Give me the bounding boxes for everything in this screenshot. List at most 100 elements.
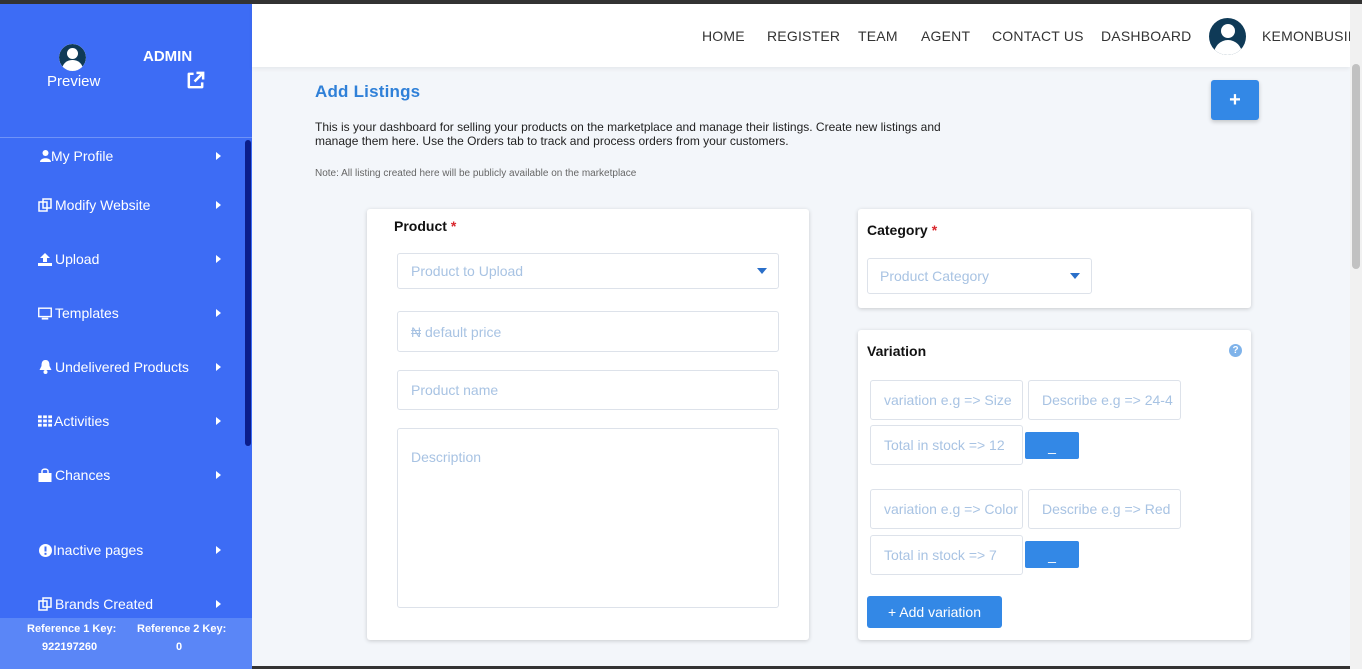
category-label: Category * — [867, 222, 937, 238]
chevron-right-icon — [216, 546, 221, 554]
username[interactable]: KEMONBUSIN — [1262, 28, 1358, 44]
product-name-placeholder: Product name — [411, 382, 499, 398]
chevron-right-icon — [216, 309, 221, 317]
required-marker: * — [450, 218, 457, 234]
sidebar: Preview ADMIN My Profile Modify Website … — [0, 4, 252, 669]
nav-link-register[interactable]: REGISTER — [767, 28, 840, 44]
product-select[interactable]: Product to Upload — [397, 253, 779, 289]
sidebar-item-label: Chances — [55, 467, 111, 483]
product-label-text: Product — [394, 218, 447, 234]
chevron-right-icon — [216, 152, 221, 160]
page-intro: This is your dashboard for selling your … — [315, 120, 941, 148]
reference-2-key-value: 0 — [176, 641, 183, 653]
sidebar-item-my-profile[interactable]: My Profile — [0, 141, 244, 171]
sidebar-item-label: Templates — [55, 305, 119, 321]
variation-stock-placeholder: Total in stock => 7 — [884, 547, 997, 563]
upload-icon — [38, 252, 52, 266]
description-placeholder: Description — [411, 449, 482, 465]
product-select-placeholder: Product to Upload — [411, 263, 524, 279]
chevron-down-icon — [757, 268, 767, 274]
page-title: Add Listings — [315, 82, 421, 101]
nav-link-team[interactable]: TEAM — [858, 28, 898, 44]
external-link-icon[interactable] — [185, 70, 206, 91]
sidebar-item-label: Modify Website — [55, 197, 151, 213]
sidebar-item-label: Upload — [55, 251, 100, 267]
variation-name-input[interactable]: variation e.g => Size — [870, 380, 1023, 420]
chevron-right-icon — [216, 255, 221, 263]
price-input[interactable]: ₦ default price — [397, 311, 779, 352]
sidebar-scrollbar[interactable] — [244, 138, 252, 620]
product-label: Product * — [394, 218, 456, 234]
page-scrollbar[interactable] — [1350, 4, 1362, 669]
admin-label: ADMIN — [143, 48, 193, 65]
copy-icon — [38, 597, 52, 611]
variation-describe-input[interactable]: Describe e.g => Red — [1028, 489, 1181, 529]
top-navbar: HOME REGISTER TEAM AGENT CONTACT US DASH… — [252, 4, 1358, 67]
variation-name-placeholder: variation e.g => Color — [884, 501, 1018, 517]
required-marker: * — [931, 222, 938, 238]
variation-describe-placeholder: Describe e.g => 24-4 — [1042, 392, 1173, 408]
user-avatar[interactable] — [1209, 18, 1246, 55]
price-input-placeholder: ₦ default price — [411, 323, 502, 340]
variation-stock-input[interactable]: Total in stock => 7 — [870, 535, 1023, 575]
chevron-right-icon — [216, 600, 221, 608]
sidebar-item-label: Undelivered Products — [55, 359, 189, 375]
avatar[interactable] — [59, 44, 86, 71]
sidebar-scroll-thumb[interactable] — [245, 140, 251, 446]
chevron-down-icon — [1070, 273, 1080, 279]
product-name-input[interactable]: Product name — [397, 370, 779, 410]
sidebar-item-undelivered-products[interactable]: Undelivered Products — [0, 352, 244, 382]
chevron-right-icon — [216, 417, 221, 425]
variation-stock-placeholder: Total in stock => 12 — [884, 437, 1005, 453]
copy-icon — [38, 198, 52, 212]
reference-1-key-value: 922197260 — [42, 641, 98, 653]
page-scroll-thumb[interactable] — [1352, 64, 1360, 269]
variation-describe-placeholder: Describe e.g => Red — [1042, 501, 1171, 517]
chevron-right-icon — [216, 471, 221, 479]
nav-link-home[interactable]: HOME — [702, 28, 745, 44]
category-label-text: Category — [867, 222, 928, 238]
exclamation-icon — [38, 543, 52, 557]
variation-card — [858, 330, 1251, 640]
user-icon — [38, 149, 52, 163]
chevron-right-icon — [216, 363, 221, 371]
bag-icon — [38, 468, 52, 482]
category-select[interactable]: Product Category — [867, 258, 1092, 294]
sidebar-item-activities[interactable]: Activities — [0, 406, 244, 436]
description-textarea[interactable]: Description — [397, 428, 779, 608]
sidebar-item-templates[interactable]: Templates — [0, 298, 244, 328]
sidebar-item-modify-website[interactable]: Modify Website — [0, 190, 244, 220]
reference-1-key-label: Reference 1 Key: — [27, 623, 117, 635]
remove-variation-button[interactable]: _ — [1025, 432, 1079, 459]
sidebar-item-chances[interactable]: Chances — [0, 460, 244, 490]
nav-link-agent[interactable]: AGENT — [921, 28, 970, 44]
remove-variation-button[interactable]: _ — [1025, 541, 1079, 568]
sidebar-item-label: Activities — [54, 413, 110, 429]
reference-2-key-label: Reference 2 Key: — [137, 623, 227, 635]
variation-label: Variation — [867, 343, 927, 359]
category-select-placeholder: Product Category — [880, 268, 989, 284]
bell-icon — [38, 360, 52, 374]
variation-stock-input[interactable]: Total in stock => 12 — [870, 425, 1023, 465]
chevron-right-icon — [216, 201, 221, 209]
variation-name-placeholder: variation e.g => Size — [884, 392, 1012, 408]
add-variation-button[interactable]: + Add variation — [867, 596, 1002, 628]
sidebar-header: Preview ADMIN — [0, 4, 252, 138]
preview-link[interactable]: Preview — [47, 73, 100, 90]
nav-link-dashboard[interactable]: DASHBOARD — [1101, 28, 1191, 44]
sidebar-item-label: Brands Created — [55, 596, 154, 612]
sidebar-item-upload[interactable]: Upload — [0, 244, 244, 274]
page-note: Note: All listing created here will be p… — [315, 168, 637, 179]
desktop-icon — [38, 306, 52, 320]
variation-describe-input[interactable]: Describe e.g => 24-4 — [1028, 380, 1181, 420]
nav-link-contact-us[interactable]: CONTACT US — [992, 28, 1084, 44]
grid-icon — [38, 414, 52, 428]
sidebar-item-label: Inactive pages — [53, 542, 144, 558]
help-icon[interactable]: ? — [1229, 344, 1242, 357]
sidebar-item-inactive-pages[interactable]: Inactive pages — [0, 535, 244, 565]
sidebar-item-label: My Profile — [51, 148, 114, 164]
variation-name-input[interactable]: variation e.g => Color — [870, 489, 1023, 529]
add-listing-button[interactable]: + — [1211, 80, 1259, 120]
sidebar-item-brands-created[interactable]: Brands Created — [0, 589, 244, 619]
sidebar-footer: Reference 1 Key: 922197260 Reference 2 K… — [0, 618, 252, 669]
